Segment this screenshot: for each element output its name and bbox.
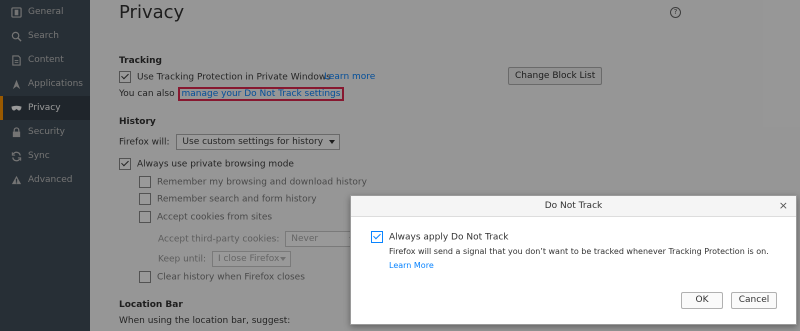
tracking-protection-checkbox[interactable] <box>119 71 131 83</box>
content-icon <box>10 54 22 66</box>
help-icon[interactable]: ? <box>670 7 681 18</box>
general-icon <box>10 6 22 18</box>
third-party-row: Accept third-party cookies: Never <box>158 231 361 247</box>
keep-until-label: Keep until: <box>158 254 207 265</box>
chevron-down-icon <box>279 257 286 261</box>
sidebar-item-label: Security <box>28 127 65 137</box>
always-apply-dnt-label: Always apply Do Not Track <box>389 232 509 243</box>
dialog-learn-more-link[interactable]: Learn More <box>389 261 434 270</box>
sync-icon <box>10 150 22 162</box>
sidebar-item-privacy[interactable]: Privacy <box>0 96 90 120</box>
tracking-learn-more-link[interactable]: Learn more <box>324 72 375 82</box>
sidebar-item-label: General <box>28 7 64 17</box>
sidebar-item-search[interactable]: Search <box>0 24 90 48</box>
private-mode-checkbox[interactable] <box>119 158 131 170</box>
location-bar-suggest-text: When using the location bar, suggest: <box>119 316 291 326</box>
dialog-description: Firefox will send a signal that you don’… <box>389 247 769 256</box>
sidebar-item-sync[interactable]: Sync <box>0 144 90 168</box>
third-party-value: Never <box>291 234 319 244</box>
accept-cookies-option[interactable]: Accept cookies from sites <box>139 211 272 223</box>
firefox-will-label: Firefox will: <box>119 137 170 148</box>
sidebar-item-general[interactable]: General <box>0 0 90 24</box>
manage-dnt-link[interactable]: manage your Do Not Track settings <box>177 87 345 101</box>
clear-history-label: Clear history when Firefox closes <box>157 272 305 283</box>
applications-icon <box>10 78 22 90</box>
page-title: Privacy <box>119 2 185 23</box>
sidebar: General Search Content Applications Priv… <box>0 0 90 331</box>
private-mode-option[interactable]: Always use private browsing mode <box>119 158 294 170</box>
remember-browsing-option[interactable]: Remember my browsing and download histor… <box>139 176 367 188</box>
tracking-protection-label: Use Tracking Protection in Private Windo… <box>137 72 331 83</box>
accept-cookies-checkbox[interactable] <box>139 211 151 223</box>
dialog-title: Do Not Track <box>351 196 796 217</box>
history-mode-value: Use custom settings for history <box>182 137 324 147</box>
remember-search-label: Remember search and form history <box>157 194 317 205</box>
dnt-prefix-text: You can also <box>119 89 175 99</box>
cancel-button[interactable]: Cancel <box>731 292 777 309</box>
change-block-list-button[interactable]: Change Block List <box>508 67 603 85</box>
location-bar-heading: Location Bar <box>119 300 183 310</box>
sidebar-item-label: Applications <box>28 79 83 89</box>
remember-browsing-label: Remember my browsing and download histor… <box>157 177 367 188</box>
keep-until-value: I close Firefox <box>217 254 280 264</box>
close-icon[interactable]: × <box>779 199 788 212</box>
private-mode-label: Always use private browsing mode <box>137 159 294 170</box>
always-apply-dnt-option[interactable]: Always apply Do Not Track <box>371 231 509 243</box>
sidebar-item-label: Privacy <box>28 103 61 113</box>
tracking-heading: Tracking <box>119 56 162 66</box>
sidebar-item-content[interactable]: Content <box>0 48 90 72</box>
accept-cookies-label: Accept cookies from sites <box>157 212 273 223</box>
sidebar-item-security[interactable]: Security <box>0 120 90 144</box>
always-apply-dnt-checkbox[interactable] <box>371 231 383 243</box>
history-heading: History <box>119 117 156 127</box>
tracking-protection-option[interactable]: Use Tracking Protection in Private Windo… <box>119 71 331 83</box>
sidebar-item-advanced[interactable]: Advanced <box>0 168 90 192</box>
chevron-down-icon <box>329 140 336 144</box>
third-party-label: Accept third-party cookies: <box>158 234 280 245</box>
sidebar-item-label: Advanced <box>28 175 73 185</box>
do-not-track-dialog: Do Not Track × Always apply Do Not Track… <box>350 195 797 325</box>
sidebar-item-applications[interactable]: Applications <box>0 72 90 96</box>
history-mode-select[interactable]: Use custom settings for history <box>176 134 341 150</box>
remember-search-option[interactable]: Remember search and form history <box>139 193 317 205</box>
remember-search-checkbox[interactable] <box>139 193 151 205</box>
ok-button[interactable]: OK <box>681 292 723 309</box>
sidebar-item-label: Search <box>28 31 59 41</box>
advanced-icon <box>10 174 22 186</box>
clear-history-checkbox[interactable] <box>139 271 151 283</box>
keep-until-row: Keep until: I close Firefox <box>158 251 291 267</box>
dnt-line: You can also manage your Do Not Track se… <box>119 87 345 101</box>
privacy-mask-icon <box>10 102 22 114</box>
keep-until-select[interactable]: I close Firefox <box>211 251 291 267</box>
remember-browsing-checkbox[interactable] <box>139 176 151 188</box>
sidebar-item-label: Sync <box>28 151 50 161</box>
sidebar-item-label: Content <box>28 55 64 65</box>
search-icon <box>10 30 22 42</box>
security-icon <box>10 126 22 138</box>
firefox-will-row: Firefox will: Use custom settings for hi… <box>119 134 341 150</box>
clear-history-option[interactable]: Clear history when Firefox closes <box>139 271 305 283</box>
third-party-select[interactable]: Never <box>285 231 361 247</box>
